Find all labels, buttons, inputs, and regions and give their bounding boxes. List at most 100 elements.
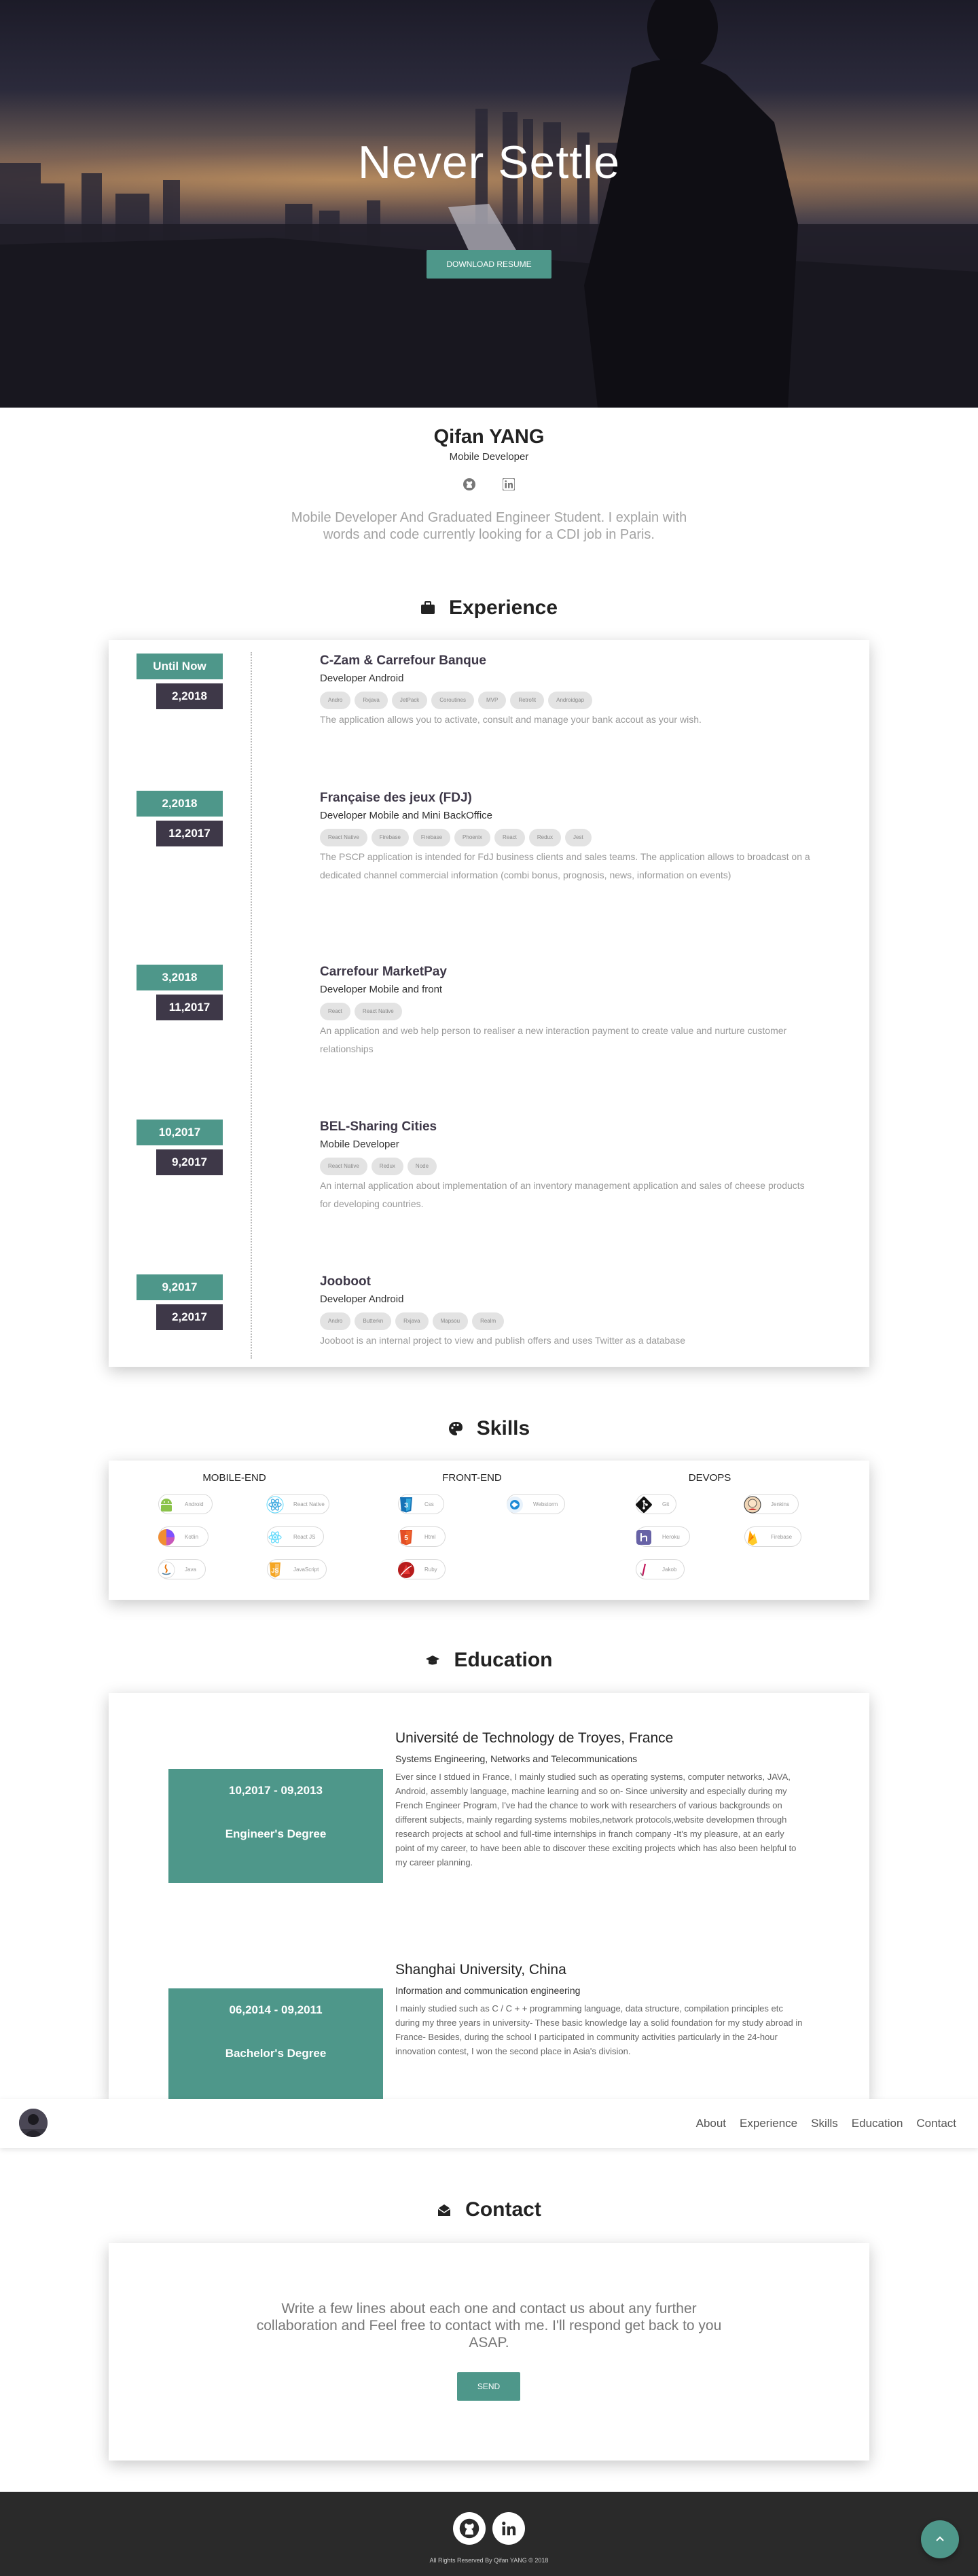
education-degree: Engineer's Degree: [225, 1827, 327, 1840]
education-degree: Bachelor's Degree: [225, 2047, 327, 2060]
contact-title-text: Contact: [465, 2198, 541, 2221]
profile-name: Qifan YANG: [433, 426, 545, 448]
webstorm-icon: [503, 1493, 526, 1516]
graduation-cap-icon: [426, 1656, 440, 1665]
skills-column-title: DEVOPS: [688, 1472, 731, 1484]
skill-pill: React JS: [267, 1526, 324, 1547]
education-badge: 06,2014 - 09,2011 Bachelor's Degree: [168, 1988, 383, 2103]
company-name: C-Zam & Carrefour Banque: [320, 654, 486, 668]
svg-text:JS: JS: [271, 1567, 278, 1574]
skill-pill: Java: [158, 1559, 206, 1579]
date-start-badge: 2,2018: [137, 791, 223, 817]
skill-name: Kotlin: [185, 1534, 199, 1540]
hero-title: Never Settle: [357, 137, 621, 188]
nav-link-skills[interactable]: Skills: [811, 2117, 838, 2130]
skill-pill: Heroku: [636, 1526, 690, 1547]
job-role: Developer Mobile and Mini BackOffice: [320, 810, 493, 821]
nav-link-about[interactable]: About: [696, 2117, 726, 2130]
job-role: Developer Android: [320, 673, 404, 684]
skills-card: MOBILE-END FRONT-END DEVOPS Android Reac…: [109, 1461, 869, 1600]
ruby-icon: [395, 1558, 418, 1581]
tech-tag: React: [320, 1003, 350, 1020]
job-description: The PSCP application is intended for FdJ…: [320, 851, 810, 880]
linkedin-icon[interactable]: [501, 477, 516, 492]
tech-tag: Mapsou: [432, 1312, 469, 1330]
skill-pill: Android: [158, 1494, 213, 1514]
skill-pill: Webstorm: [507, 1494, 565, 1514]
date-end-badge: 2,2018: [156, 683, 223, 709]
skills-column-title: FRONT-END: [442, 1472, 502, 1484]
tech-tag: Redux: [528, 829, 561, 846]
skill-pill: Jakob: [636, 1559, 685, 1579]
education-badge: 10,2017 - 09,2013 Engineer's Degree: [168, 1769, 383, 1883]
tech-tag: Phoenix: [454, 829, 490, 846]
education-section-title: Education: [0, 1649, 978, 1672]
skill-name: Html: [424, 1534, 436, 1540]
study-field: Systems Engineering, Networks and Teleco…: [395, 1753, 638, 1764]
profile-bio: Mobile Developer And Graduated Engineer …: [291, 510, 687, 542]
html5-icon: 5: [395, 1526, 418, 1549]
skill-name: Webstorm: [533, 1501, 558, 1507]
tech-tag: Androidgap: [548, 692, 593, 709]
date-start-badge: Until Now: [137, 654, 223, 679]
skills-title-text: Skills: [476, 1417, 530, 1439]
skills-column-title: MOBILE-END: [202, 1472, 266, 1484]
javascript-icon: JS: [264, 1558, 287, 1581]
scroll-to-top-button[interactable]: [921, 2520, 959, 2558]
date-end-badge: 11,2017: [156, 995, 223, 1020]
download-resume-button[interactable]: DOWNLOAD RESUME: [427, 250, 551, 279]
avatar[interactable]: [19, 2109, 48, 2137]
tech-tag: Andro: [320, 692, 351, 709]
company-name: Française des jeux (FDJ): [320, 791, 472, 805]
tech-tag: Redux: [371, 1158, 403, 1175]
education-title-text: Education: [454, 1649, 553, 1671]
copyright-text: All Rights Reserved By Qifan YANG © 2018: [429, 2557, 549, 2564]
hero-background-image: [0, 0, 978, 408]
chevron-up-icon: [936, 2536, 944, 2541]
profile-role: Mobile Developer: [449, 451, 529, 463]
job-description: Jooboot is an internal project to view a…: [320, 1335, 686, 1346]
skill-pill: 5 Html: [398, 1526, 446, 1547]
date-end-badge: 2,2017: [156, 1304, 223, 1330]
send-button[interactable]: SEND: [457, 2372, 520, 2401]
github-icon[interactable]: [462, 477, 477, 492]
job-role: Mobile Developer: [320, 1139, 399, 1150]
job-description: The application allows you to activate, …: [320, 714, 702, 725]
school-name: Université de Technology de Troyes, Fran…: [395, 1730, 674, 1746]
nav-link-experience[interactable]: Experience: [740, 2117, 797, 2130]
experience-title-text: Experience: [448, 596, 558, 619]
skill-name: Css: [424, 1501, 434, 1507]
nav-link-education[interactable]: Education: [852, 2117, 903, 2130]
skill-pill: 3 Css: [398, 1494, 444, 1514]
nav-link-contact[interactable]: Contact: [916, 2117, 956, 2130]
study-field: Information and communication engineerin…: [395, 1985, 581, 1996]
tech-tags: Andro Rxjava JetPack Coroutines MVP Retr…: [320, 692, 593, 709]
skill-name: Git: [662, 1501, 670, 1507]
hero-section: Never Settle DOWNLOAD RESUME: [0, 0, 978, 408]
job-description: An application and web help person to re…: [320, 1025, 787, 1054]
education-description: Ever since I stdued in France, I mainly …: [395, 1772, 797, 1867]
experience-card: Until Now 2,2018 C-Zam & Carrefour Banqu…: [109, 640, 869, 1367]
date-end-badge: 12,2017: [156, 821, 223, 846]
school-name: Shanghai University, China: [395, 1962, 566, 1978]
tech-tag: Firebase: [371, 829, 409, 846]
footer: All Rights Reserved By Qifan YANG © 2018: [0, 2492, 978, 2576]
skill-name: Heroku: [662, 1534, 680, 1540]
company-name: Jooboot: [320, 1274, 371, 1289]
skill-pill: Ruby: [398, 1559, 446, 1579]
date-start-badge: 10,2017: [137, 1120, 223, 1145]
contact-card: Write a few lines about each one and con…: [109, 2243, 869, 2461]
tech-tag: Jest: [565, 829, 592, 846]
linkedin-icon[interactable]: [492, 2512, 525, 2545]
skill-name: Jenkins: [771, 1501, 790, 1507]
job-role: Developer Mobile and front: [320, 984, 443, 995]
tech-tag: React Native: [320, 829, 367, 846]
tech-tag: Coroutines: [431, 692, 474, 709]
android-icon: [155, 1493, 178, 1516]
skills-section-title: Skills: [0, 1417, 978, 1440]
tech-tag: MVP: [477, 692, 507, 709]
jenkins-icon: [741, 1493, 764, 1516]
palette-icon: [448, 1422, 463, 1435]
date-start-badge: 3,2018: [137, 965, 223, 990]
github-icon[interactable]: [453, 2512, 486, 2545]
